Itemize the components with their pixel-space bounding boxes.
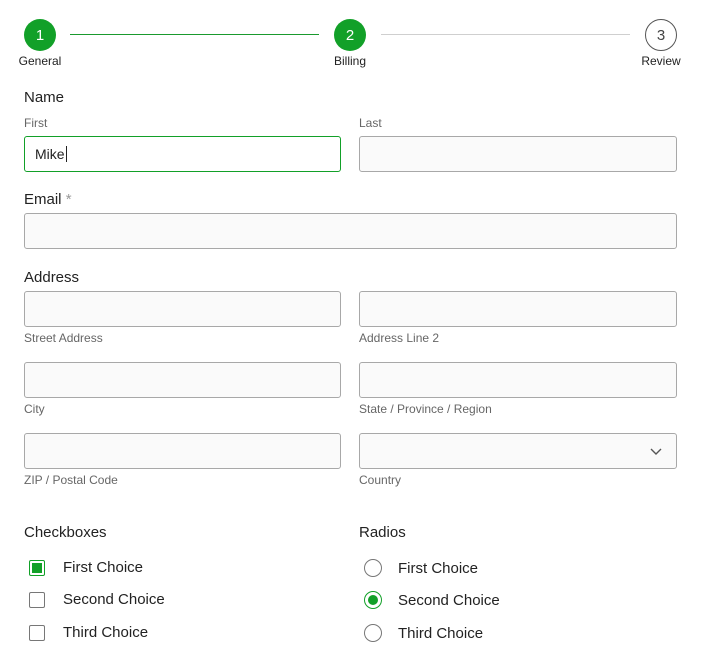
checkbox-box-first[interactable] [29,559,45,576]
last-name-label: Last [359,116,382,130]
radio-second-choice[interactable]: Second Choice [364,591,500,609]
radio-label-first: First Choice [398,559,479,577]
first-name-input[interactable]: Mike [24,136,341,172]
checkbox-first-choice[interactable]: First Choice [29,559,143,576]
address-line2-input[interactable] [359,291,677,327]
address-heading: Address [24,269,80,286]
radio-button-first[interactable] [364,559,382,577]
radio-label-third: Third Choice [398,624,484,642]
step-general[interactable]: 1 General [0,19,80,68]
checkbox-box-third[interactable] [29,624,45,641]
email-input[interactable] [24,213,677,249]
address-line2-label: Address Line 2 [359,331,440,345]
radio-first-choice[interactable]: First Choice [364,559,478,577]
last-name-input[interactable] [359,136,677,172]
country-label: Country [359,473,402,487]
state-input[interactable] [359,362,677,398]
step-label-review: Review [641,54,681,68]
city-label: City [24,402,45,416]
email-label: Email [24,191,62,208]
first-name-label: First [24,116,48,130]
checkbox-box-second[interactable] [29,591,45,608]
radio-label-second: Second Choice [398,591,500,609]
step-number-1: 1 [24,19,56,51]
radios-heading: Radios [359,524,406,541]
step-connector-pending [381,34,630,35]
radio-dot-icon [368,595,378,605]
first-name-value: Mike [35,146,65,162]
checkbox-label-third: Third Choice [63,624,149,641]
step-label-billing: Billing [333,54,366,68]
radio-button-third[interactable] [364,624,382,642]
radio-button-second[interactable] [364,591,382,609]
chevron-down-icon [650,448,662,455]
name-heading: Name [24,89,65,106]
step-number-2: 2 [334,19,366,51]
step-review[interactable]: 3 Review [621,19,701,68]
progress-stepper: 1 General 2 Billing 3 Review [0,0,705,80]
checkbox-second-choice[interactable]: Second Choice [29,591,165,608]
zip-label: ZIP / Postal Code [24,473,118,487]
checkbox-label-first: First Choice [63,559,144,576]
step-number-3: 3 [645,19,677,51]
street-address-input[interactable] [24,291,341,327]
checkbox-label-second: Second Choice [63,591,165,608]
step-billing[interactable]: 2 Billing [310,19,390,68]
checkbox-third-choice[interactable]: Third Choice [29,624,148,641]
city-input[interactable] [24,362,341,398]
street-address-label: Street Address [24,331,103,345]
radio-third-choice[interactable]: Third Choice [364,624,483,642]
state-label: State / Province / Region [359,402,492,416]
step-connector-complete [70,34,319,35]
checkboxes-heading: Checkboxes [24,524,107,541]
step-label-general: General [18,54,62,68]
text-cursor [65,146,67,162]
zip-input[interactable] [24,433,341,469]
country-select[interactable] [359,433,677,469]
required-asterisk: * [65,191,72,208]
email-heading: Email * [24,191,72,208]
check-mark-icon [32,562,42,573]
